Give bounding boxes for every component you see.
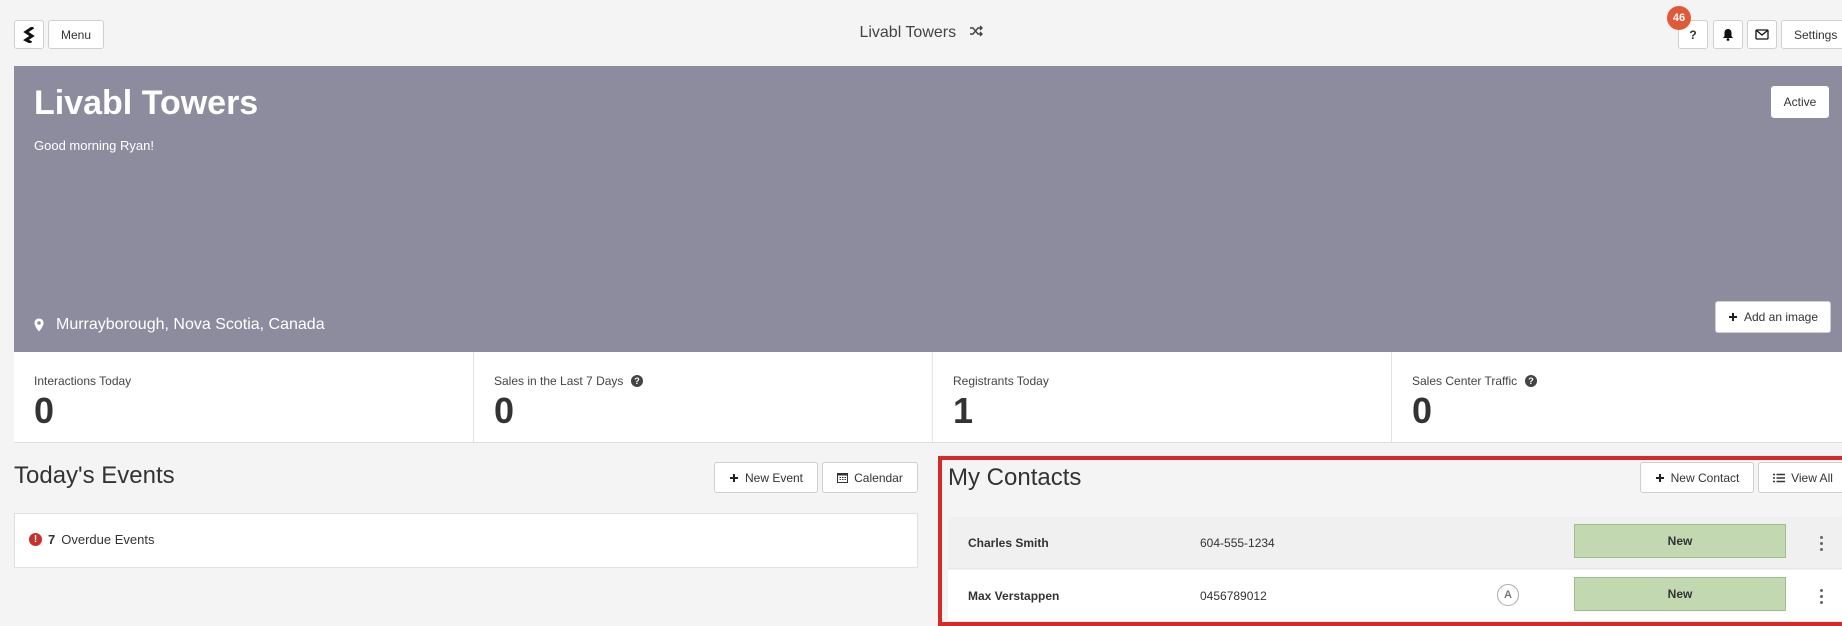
new-contact-button[interactable]: New Contact (1640, 462, 1754, 493)
contact-row[interactable]: Charles Smith 604-555-1234 New (948, 517, 1842, 569)
overdue-events-link[interactable]: ! 7 Overdue Events (29, 532, 154, 547)
contacts-section-title: My Contacts (948, 464, 1082, 491)
stat-value: 1 (953, 390, 974, 431)
question-circle-icon[interactable]: ? (1525, 375, 1538, 387)
stat-label-text: Sales in the Last 7 Days (494, 374, 624, 388)
greeting-text: Good morning Ryan! (34, 138, 154, 153)
bell-icon (1722, 28, 1734, 41)
project-hero-banner: Livabl Towers Good morning Ryan! Active … (14, 66, 1842, 352)
overdue-label: Overdue Events (61, 532, 155, 547)
overdue-count: 7 (48, 532, 56, 547)
stat-sales-center-traffic[interactable]: Sales Center Traffic ? 0 (1392, 352, 1842, 442)
calendar-icon (837, 472, 849, 483)
stat-interactions-today[interactable]: Interactions Today 0 (14, 352, 474, 442)
exclamation-circle-icon: ! (29, 533, 42, 546)
svg-text:?: ? (1528, 376, 1534, 386)
assigned-agent-avatar: A (1497, 584, 1519, 606)
notifications-button[interactable] (1713, 20, 1743, 49)
stat-label: Interactions Today (34, 374, 131, 388)
envelope-icon (1755, 29, 1769, 40)
contact-row[interactable]: Max Verstappen 0456789012 A New (948, 570, 1842, 622)
map-pin-icon (34, 318, 44, 332)
stat-label: Sales Center Traffic ? (1412, 374, 1538, 388)
contact-name[interactable]: Charles Smith (968, 536, 1049, 550)
vertical-dots-icon[interactable] (1814, 584, 1828, 608)
settings-button-label: Settings (1794, 27, 1838, 42)
new-event-label: New Event (744, 470, 804, 485)
plus-icon (1728, 312, 1738, 322)
messages-button[interactable] (1747, 20, 1777, 49)
stat-label-text: Registrants Today (953, 374, 1049, 388)
stat-label: Sales in the Last 7 Days ? (494, 374, 644, 388)
events-card: ! 7 Overdue Events (14, 513, 918, 568)
stat-registrants-today[interactable]: Registrants Today 1 (933, 352, 1392, 442)
stat-label-text: Interactions Today (34, 374, 132, 388)
shuffle-icon (969, 25, 983, 37)
contact-phone: 604-555-1234 (1200, 536, 1275, 550)
stat-label: Registrants Today (953, 374, 1049, 388)
contact-status-button[interactable]: New (1574, 524, 1786, 558)
help-button-label: ? (1689, 27, 1697, 42)
view-all-contacts-button[interactable]: View All (1758, 462, 1842, 493)
new-contact-label: New Contact (1670, 470, 1740, 485)
contact-phone: 0456789012 (1200, 589, 1267, 603)
question-circle-icon[interactable]: ? (631, 375, 644, 387)
add-image-button[interactable]: Add an image (1715, 301, 1831, 333)
settings-button[interactable]: Settings (1781, 20, 1842, 49)
calendar-button[interactable]: Calendar (822, 462, 918, 493)
project-location: Murrayborough, Nova Scotia, Canada (34, 316, 325, 334)
vertical-dots-icon[interactable] (1814, 531, 1828, 555)
add-image-label: Add an image (1743, 310, 1819, 324)
stats-bar: Interactions Today 0 Sales in the Last 7… (14, 352, 1842, 443)
top-bar: Menu Livabl Towers 46 ? Settings (0, 0, 1842, 64)
page-title: Livabl Towers (34, 84, 259, 122)
stat-value: 0 (34, 390, 55, 431)
view-all-label: View All (1791, 470, 1833, 485)
stat-label-text: Sales Center Traffic (1412, 374, 1518, 388)
stat-value: 0 (494, 390, 515, 431)
calendar-label: Calendar (854, 470, 903, 485)
stat-sales-last-7-days[interactable]: Sales in the Last 7 Days ? 0 (474, 352, 933, 442)
location-text: Murrayborough, Nova Scotia, Canada (56, 316, 325, 333)
list-icon (1773, 473, 1786, 483)
project-switcher[interactable]: Livabl Towers (0, 24, 1842, 42)
notification-count-badge[interactable]: 46 (1667, 6, 1691, 30)
new-event-button[interactable]: New Event (714, 462, 818, 493)
project-status-button[interactable]: Active (1771, 86, 1829, 118)
contact-name[interactable]: Max Verstappen (968, 589, 1059, 603)
plus-icon (729, 473, 739, 483)
plus-icon (1655, 473, 1665, 483)
project-name: Livabl Towers (859, 24, 957, 41)
svg-text:?: ? (635, 376, 641, 386)
events-section-title: Today's Events (14, 462, 175, 489)
project-status-label: Active (1783, 95, 1817, 109)
stat-value: 0 (1412, 390, 1433, 431)
contact-status-button[interactable]: New (1574, 577, 1786, 611)
